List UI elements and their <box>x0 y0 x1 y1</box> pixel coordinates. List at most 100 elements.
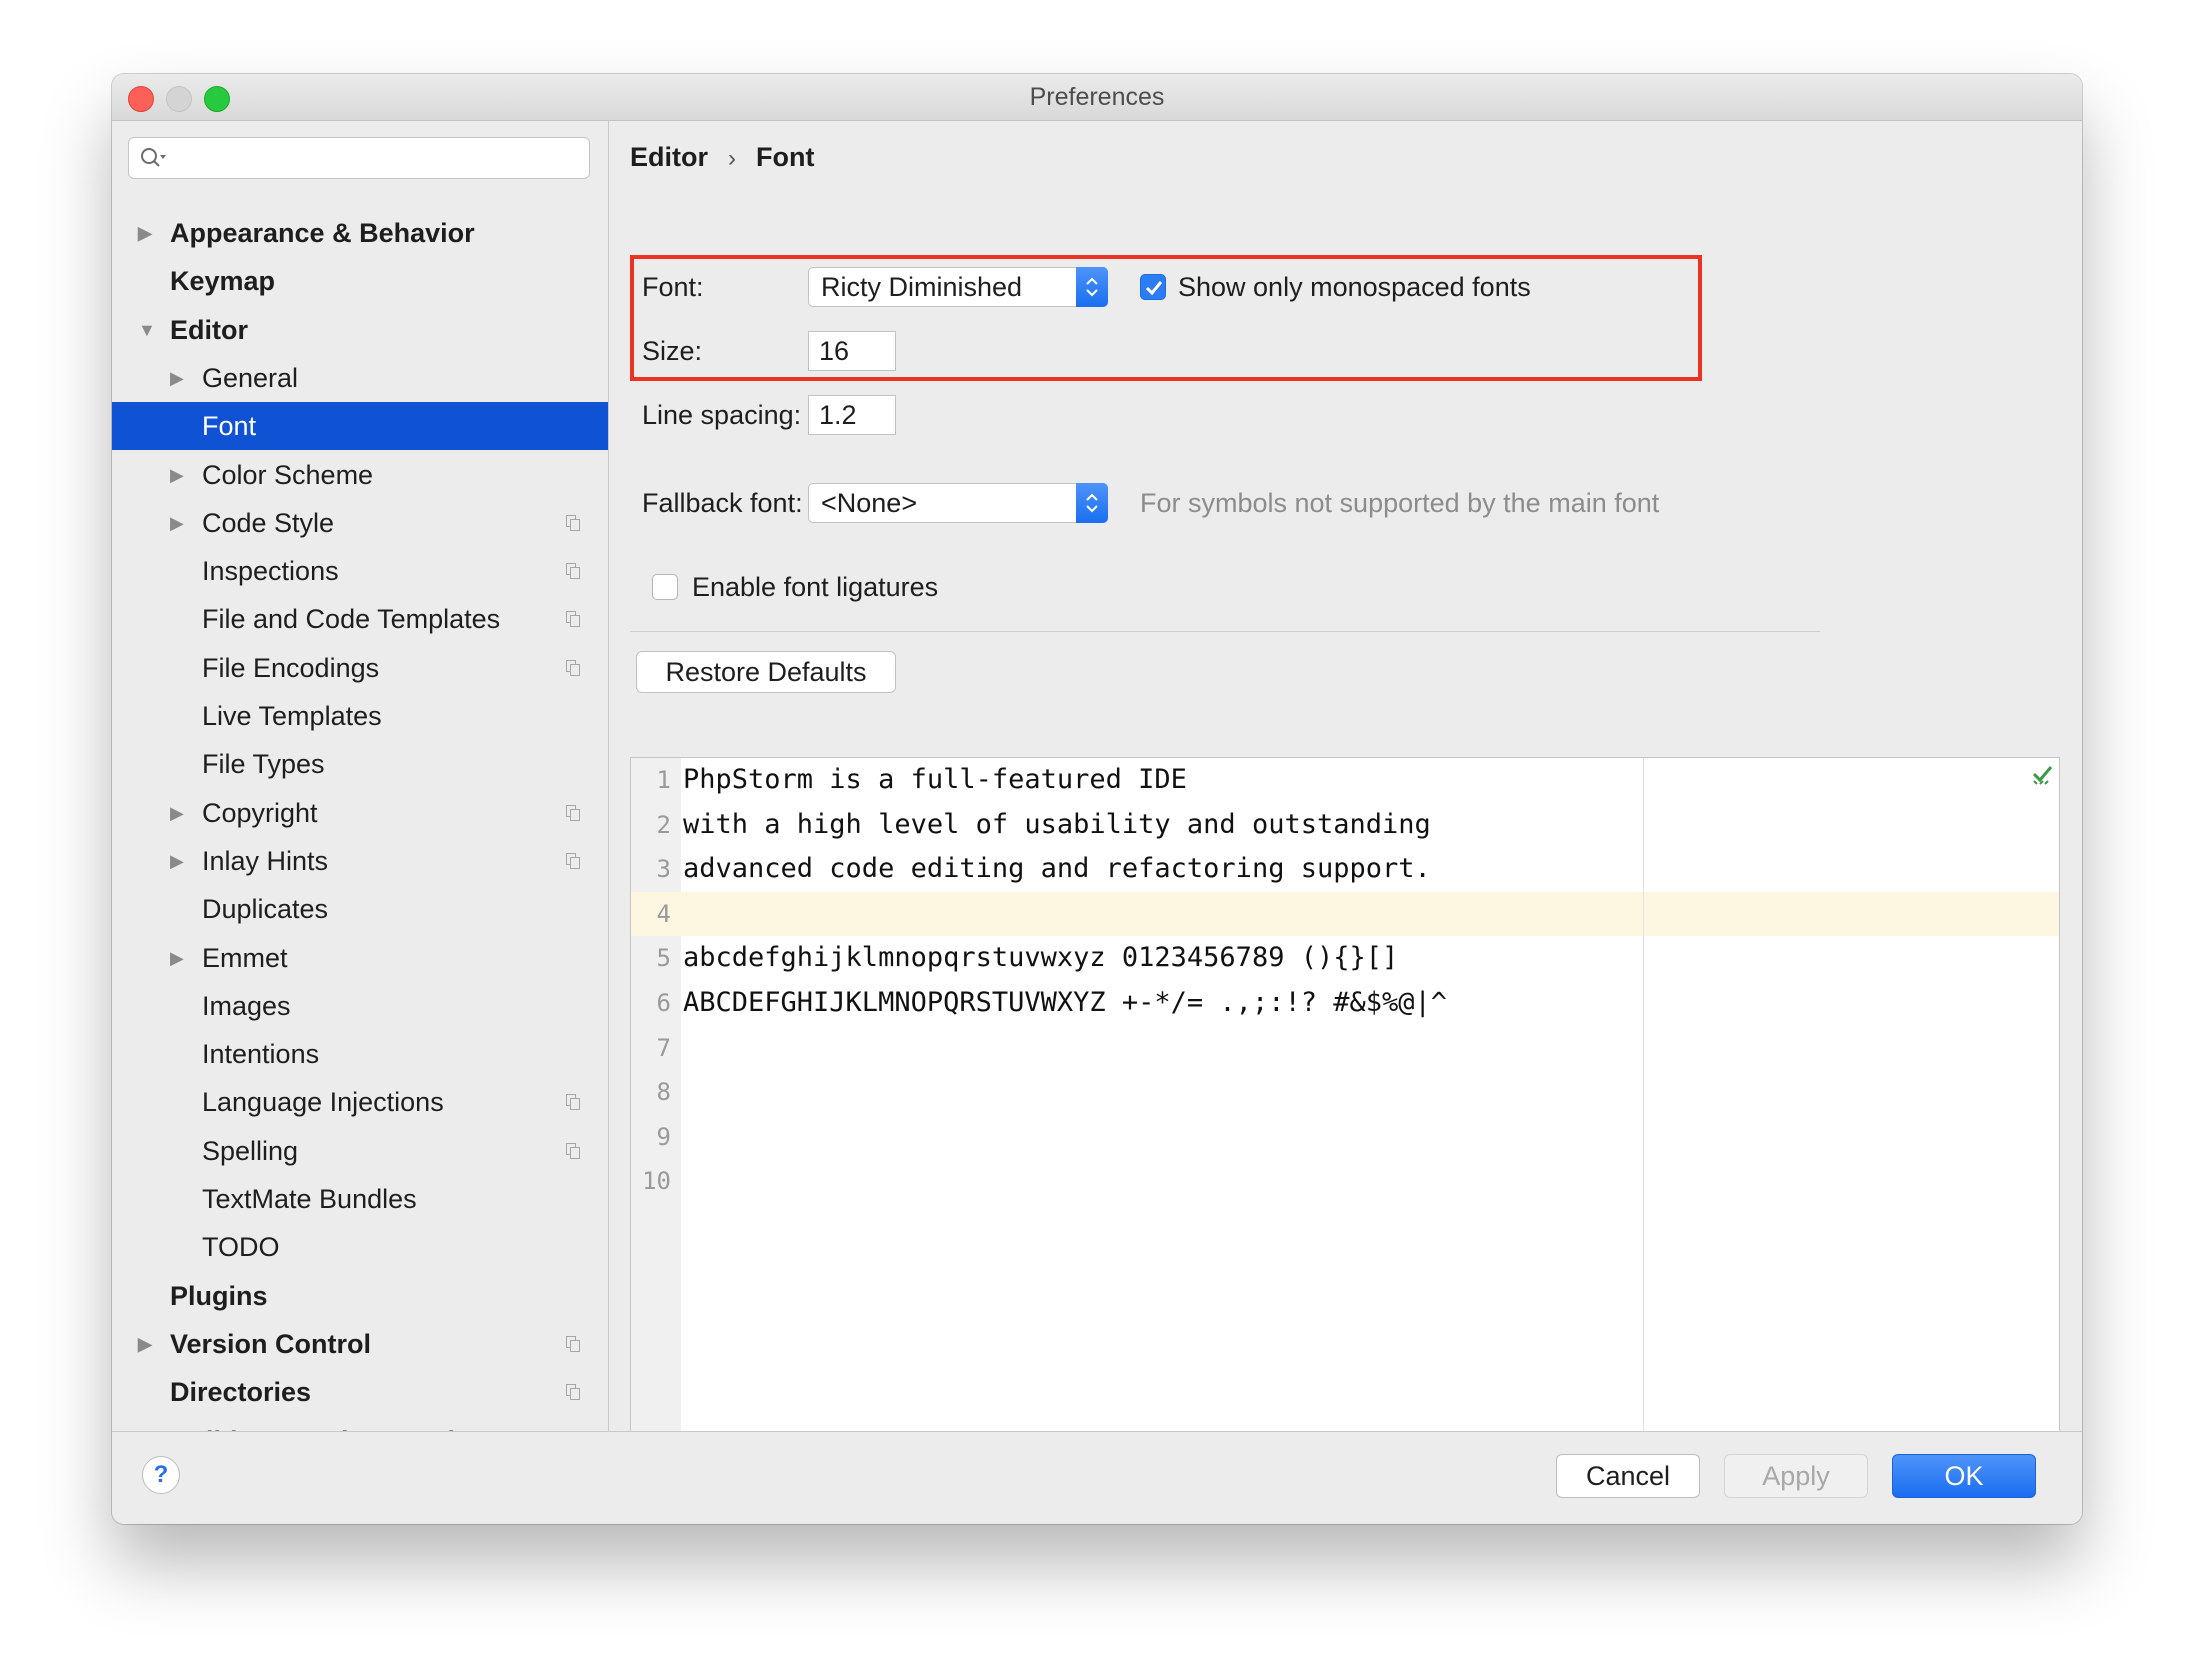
sidebar-item-emmet[interactable]: ▶ Emmet <box>112 934 608 982</box>
size-label: Size: <box>642 336 703 366</box>
chevron-right-icon: › <box>728 145 736 172</box>
editor-line: 5 abcdefghijklmnopqrstuvwxyz 0123456789 (… <box>631 936 2011 980</box>
restore-defaults-button[interactable]: Restore Defaults <box>636 651 896 693</box>
sidebar-item-copyright[interactable]: ▶ Copyright <box>112 789 608 837</box>
project-scope-icon <box>566 660 580 676</box>
line-spacing-input[interactable]: 1.2 <box>808 395 896 435</box>
settings-sidebar: ▶ Appearance & Behavior Keymap ▼ Editor ▶ Gene… <box>112 121 609 1431</box>
line-number: 5 <box>656 944 671 972</box>
fallback-font-combo[interactable]: <None> <box>808 483 1108 523</box>
chevron-right-icon[interactable]: ▶ <box>170 354 184 402</box>
chevron-right-icon[interactable]: ▶ <box>138 209 152 257</box>
ligatures-label[interactable]: Enable font ligatures <box>692 567 938 607</box>
project-scope-icon <box>566 611 580 627</box>
sidebar-item-code-style[interactable]: ▶ Code Style <box>112 499 608 547</box>
ligatures-checkbox[interactable] <box>652 574 678 600</box>
sidebar-item-label: Appearance & Behavior <box>170 218 475 248</box>
sidebar-item-label: File Types <box>202 749 325 779</box>
sidebar-item-label: Color Scheme <box>202 460 374 490</box>
code-text[interactable]: PhpStorm is a full-featured IDE <box>683 758 1187 802</box>
chevron-down-icon[interactable]: ▼ <box>138 306 156 354</box>
title-bar: Preferences <box>112 74 2082 121</box>
sidebar-item-label: Language Injections <box>202 1087 444 1117</box>
code-text[interactable]: with a high level of usability and outst… <box>683 803 1431 847</box>
line-number: 3 <box>656 855 671 883</box>
chevron-right-icon[interactable]: ▶ <box>170 934 184 982</box>
fallback-font-label: Fallback font: <box>642 488 803 518</box>
sidebar-item-inspections[interactable]: Inspections <box>112 547 608 595</box>
sidebar-item-label: General <box>202 363 299 393</box>
sidebar-item-label: Duplicates <box>202 894 329 924</box>
line-spacing-value: 1.2 <box>819 400 857 430</box>
sidebar-item-live-templates[interactable]: Live Templates <box>112 692 608 740</box>
sidebar-item-build-execution-deployment[interactable]: ▶ Build, Execution, Deployment <box>112 1417 608 1431</box>
sidebar-item-editor[interactable]: ▼ Editor <box>112 306 608 354</box>
sidebar-item-language-injections[interactable]: Language Injections <box>112 1078 608 1126</box>
project-scope-icon <box>566 853 580 869</box>
project-scope-icon <box>566 563 580 579</box>
chevron-right-icon[interactable]: ▶ <box>138 1417 152 1431</box>
code-text[interactable]: ABCDEFGHIJKLMNOPQRSTUVWXYZ +-*/= .,;:!? … <box>683 981 1447 1025</box>
breadcrumb-parent[interactable]: Editor <box>630 142 708 172</box>
line-spacing-label: Line spacing: <box>642 400 802 430</box>
editor-line: 4 <box>631 892 2011 936</box>
line-number: 7 <box>656 1034 671 1062</box>
sidebar-item-spelling[interactable]: Spelling <box>112 1127 608 1175</box>
cancel-button[interactable]: Cancel <box>1556 1454 1700 1498</box>
sidebar-item-keymap[interactable]: Keymap <box>112 257 608 305</box>
project-scope-icon <box>566 1143 580 1159</box>
sidebar-item-todo[interactable]: TODO <box>112 1223 608 1271</box>
font-combo[interactable]: Ricty Diminished <box>808 267 1108 307</box>
sidebar-item-version-control[interactable]: ▶ Version Control <box>112 1320 608 1368</box>
dialog-footer: ? Cancel Apply OK <box>112 1431 2082 1524</box>
line-number: 6 <box>656 989 671 1017</box>
sidebar-item-label: Inlay Hints <box>202 846 329 876</box>
monospaced-checkbox[interactable] <box>1140 274 1166 300</box>
sidebar-item-general[interactable]: ▶ General <box>112 354 608 402</box>
sidebar-item-directories[interactable]: Directories <box>112 1368 608 1416</box>
monospaced-label[interactable]: Show only monospaced fonts <box>1178 267 1531 307</box>
editor-line: 1 PhpStorm is a full-featured IDE <box>631 758 2011 802</box>
sidebar-item-textmate-bundles[interactable]: TextMate Bundles <box>112 1175 608 1223</box>
sidebar-item-intentions[interactable]: Intentions <box>112 1030 608 1078</box>
size-input[interactable]: 16 <box>808 331 896 371</box>
line-number: 8 <box>656 1078 671 1106</box>
sidebar-item-label: Live Templates <box>202 701 382 731</box>
chevron-right-icon[interactable]: ▶ <box>138 1320 152 1368</box>
sidebar-item-label: Directories <box>170 1377 312 1407</box>
chevron-right-icon[interactable]: ▶ <box>170 451 184 499</box>
chevron-right-icon[interactable]: ▶ <box>170 837 184 885</box>
project-scope-icon <box>566 515 580 531</box>
code-text[interactable]: advanced code editing and refactoring su… <box>683 847 1431 891</box>
sidebar-item-label: File and Code Templates <box>202 604 501 634</box>
sidebar-item-inlay-hints[interactable]: ▶ Inlay Hints <box>112 837 608 885</box>
editor-line: 10 <box>631 1159 2011 1203</box>
sidebar-item-plugins[interactable]: Plugins <box>112 1272 608 1320</box>
code-text[interactable]: abcdefghijklmnopqrstuvwxyz 0123456789 ()… <box>683 936 1398 980</box>
breadcrumb: Editor › Font <box>630 137 814 177</box>
help-button[interactable]: ? <box>142 1456 180 1494</box>
sidebar-item-file-and-code-templates[interactable]: File and Code Templates <box>112 595 608 643</box>
sidebar-item-file-encodings[interactable]: File Encodings <box>112 644 608 692</box>
fallback-font-hint: For symbols not supported by the main fo… <box>1140 488 1660 518</box>
editor-line: 2 with a high level of usability and outs… <box>631 803 2011 847</box>
sidebar-item-appearance-behavior[interactable]: ▶ Appearance & Behavior <box>112 209 608 257</box>
sidebar-item-label: Font <box>202 411 257 441</box>
inspection-ok-icon[interactable] <box>2031 764 2055 786</box>
sidebar-item-color-scheme[interactable]: ▶ Color Scheme <box>112 451 608 499</box>
font-preview-editor[interactable]: 1 PhpStorm is a full-featured IDE 2 with a … <box>630 757 2060 1485</box>
sidebar-item-label: Build, Execution, Deployment <box>170 1417 551 1431</box>
sidebar-item-label: Spelling <box>202 1136 299 1166</box>
apply-button[interactable]: Apply <box>1724 1454 1868 1498</box>
ok-button[interactable]: OK <box>1892 1454 2036 1498</box>
line-number: 4 <box>656 900 671 928</box>
editor-line: 8 <box>631 1070 2011 1114</box>
sidebar-item-font[interactable]: Font <box>112 402 608 450</box>
sidebar-item-file-types[interactable]: File Types <box>112 740 608 788</box>
chevron-right-icon[interactable]: ▶ <box>170 499 184 547</box>
search-input[interactable] <box>128 137 590 179</box>
sidebar-item-images[interactable]: Images <box>112 982 608 1030</box>
sidebar-item-duplicates[interactable]: Duplicates <box>112 885 608 933</box>
chevron-right-icon[interactable]: ▶ <box>170 789 184 837</box>
line-number: 10 <box>642 1167 671 1195</box>
